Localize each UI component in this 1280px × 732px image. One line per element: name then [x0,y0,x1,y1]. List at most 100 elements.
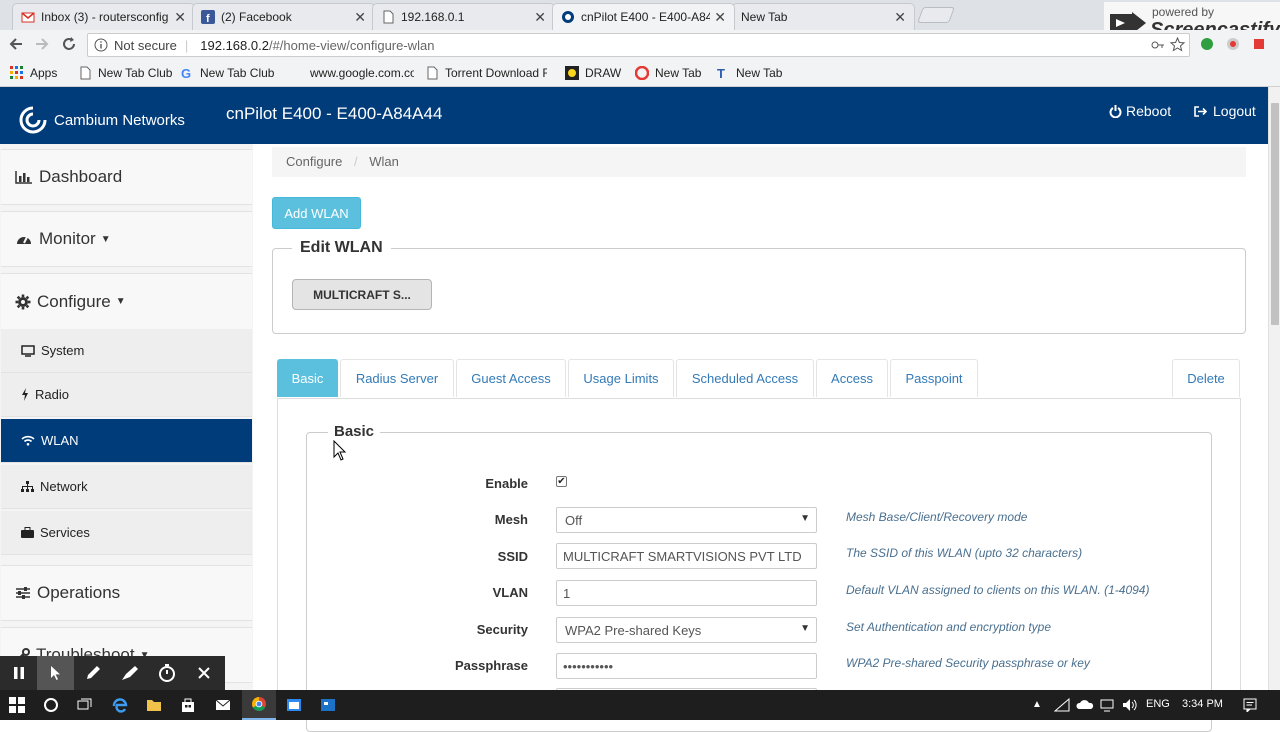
page-scrollbar[interactable] [1268,87,1280,690]
tab-passpoint[interactable]: Passpoint [890,359,978,397]
sidebar-item-label: Services [40,525,90,540]
close-icon[interactable]: ✕ [174,9,186,26]
wlan-profile-button[interactable]: MULTICRAFT S... [292,279,432,310]
browser-tab-router[interactable]: 192.168.0.1 ✕ [372,3,555,30]
app-taskbar-button[interactable] [277,690,311,720]
sidebar-item-system[interactable]: System [1,329,252,373]
chevron-up-icon[interactable]: ▲ [1032,699,1042,710]
cambium-icon [561,10,575,24]
mail-taskbar-button[interactable] [206,690,240,720]
select-arrow-icon: ▼ [800,623,810,634]
extension-icon[interactable] [1200,37,1214,51]
pause-button[interactable] [0,656,37,690]
forward-icon[interactable] [34,36,50,52]
tab-guest-access[interactable]: Guest Access [456,359,566,397]
close-icon[interactable]: ✕ [354,9,366,26]
extension-icon[interactable] [1226,37,1240,51]
sidebar-item-label: WLAN [41,433,79,448]
bookmark-newtab-opera[interactable]: New Tab [635,66,701,80]
bookmark-newtabclub[interactable]: New Tab Club [78,66,172,80]
bookmark-torrent[interactable]: Torrent Download Fi [425,66,547,80]
sidebar-item-network[interactable]: Network [1,465,252,509]
power-icon [1109,104,1122,118]
vlan-field[interactable]: 1 [556,580,817,606]
vlan-value: 1 [563,585,571,601]
timer-button[interactable] [148,656,185,690]
volume-icon[interactable] [1122,698,1138,712]
url-bar[interactable]: Not secure | 192.168.0.2/#/home-view/con… [87,33,1190,57]
pointer-tool-button[interactable] [37,656,74,690]
mesh-select[interactable]: Off ▼ [556,507,817,533]
language-indicator[interactable]: ENG [1146,698,1170,710]
tab-radius-server[interactable]: Radius Server [340,359,454,397]
info-icon[interactable] [94,38,108,52]
bookmark-newtab-t[interactable]: T New Tab [716,66,782,80]
sidebar-item-label: Monitor [39,229,96,248]
new-tab-button[interactable] [917,7,955,23]
start-button[interactable] [0,690,34,720]
bookmark-draw[interactable]: DRAW [565,66,621,80]
scrollbar-thumb[interactable] [1271,103,1279,325]
chrome-taskbar-button[interactable] [242,690,276,720]
sidebar-item-monitor[interactable]: Monitor ▼ [1,211,252,267]
tab-access[interactable]: Access [816,359,888,397]
enable-checkbox[interactable]: ✔ [556,476,567,487]
bookmark-newtabclub-google[interactable]: G New Tab Club [180,66,274,80]
task-view-icon [77,698,93,712]
sidebar-item-configure[interactable]: Configure ▼ [1,273,252,329]
tab-usage-limits[interactable]: Usage Limits [568,359,674,397]
reboot-button[interactable]: Reboot [1109,103,1171,119]
notifications-icon[interactable] [1243,698,1257,712]
security-select[interactable]: WPA2 Pre-shared Keys ▼ [556,617,817,643]
sidebar-item-radio[interactable]: Radio [1,373,252,417]
add-wlan-button[interactable]: Add WLAN [272,197,361,229]
reload-icon[interactable] [61,36,77,52]
cambium-logo[interactable]: Cambium Networks [18,105,185,135]
dashboard-gauge-icon [15,232,33,246]
explorer-taskbar-button[interactable] [137,690,171,720]
select-arrow-icon: ▼ [800,513,810,524]
browser-tab-gmail[interactable]: Inbox (3) - routersconfig ✕ [12,3,195,30]
bookmark-label: New Tab [655,66,702,80]
logout-button[interactable]: Logout [1194,103,1256,119]
sidebar-item-operations[interactable]: Operations [1,565,252,621]
close-icon[interactable]: ✕ [534,9,546,26]
bookmark-apps[interactable]: Apps [10,66,57,80]
network-icon[interactable] [1054,698,1070,712]
back-icon[interactable] [8,36,24,52]
close-icon[interactable]: ✕ [714,9,726,26]
security-help: Set Authentication and encryption type [846,620,1052,634]
star-icon[interactable] [1170,37,1185,52]
store-taskbar-button[interactable] [171,690,205,720]
display-icon[interactable] [1100,698,1114,712]
highlighter-tool-button[interactable] [111,656,148,690]
close-toolbar-button[interactable] [185,656,222,690]
highlighter-icon [120,664,140,682]
task-view-button[interactable] [68,690,102,720]
sidebar-item-label: Network [40,479,88,494]
extension-icon[interactable] [1252,37,1266,51]
app-taskbar-button[interactable] [311,690,345,720]
close-icon[interactable]: ✕ [894,9,906,26]
key-icon[interactable] [1151,38,1165,52]
search-button[interactable] [34,690,68,720]
browser-tab-facebook[interactable]: f (2) Facebook ✕ [192,3,375,30]
browser-tab-newtab[interactable]: New Tab ✕ [732,3,915,30]
folder-icon [146,698,162,712]
sidebar-item-dashboard[interactable]: Dashboard [1,149,252,205]
ssid-field[interactable]: MULTICRAFT SMARTVISIONS PVT LTD [556,543,817,569]
browser-tab-cnpilot[interactable]: cnPilot E400 - E400-A84A ✕ [552,3,735,30]
sidebar-item-wlan[interactable]: WLAN [1,419,252,463]
onedrive-icon[interactable] [1076,698,1094,710]
sidebar-item-services[interactable]: Services [1,511,252,555]
bookmark-google[interactable]: www.google.com.co [290,66,414,80]
tab-delete[interactable]: Delete [1172,359,1240,397]
edge-taskbar-button[interactable] [103,690,137,720]
pen-tool-button[interactable] [74,656,111,690]
breadcrumb-configure[interactable]: Configure [286,154,342,169]
page-icon [425,66,439,80]
tab-basic[interactable]: Basic [277,359,338,397]
passphrase-field[interactable]: ••••••••••• [556,653,817,679]
clock[interactable]: 3:34 PM [1182,698,1223,710]
tab-scheduled-access[interactable]: Scheduled Access [676,359,814,397]
